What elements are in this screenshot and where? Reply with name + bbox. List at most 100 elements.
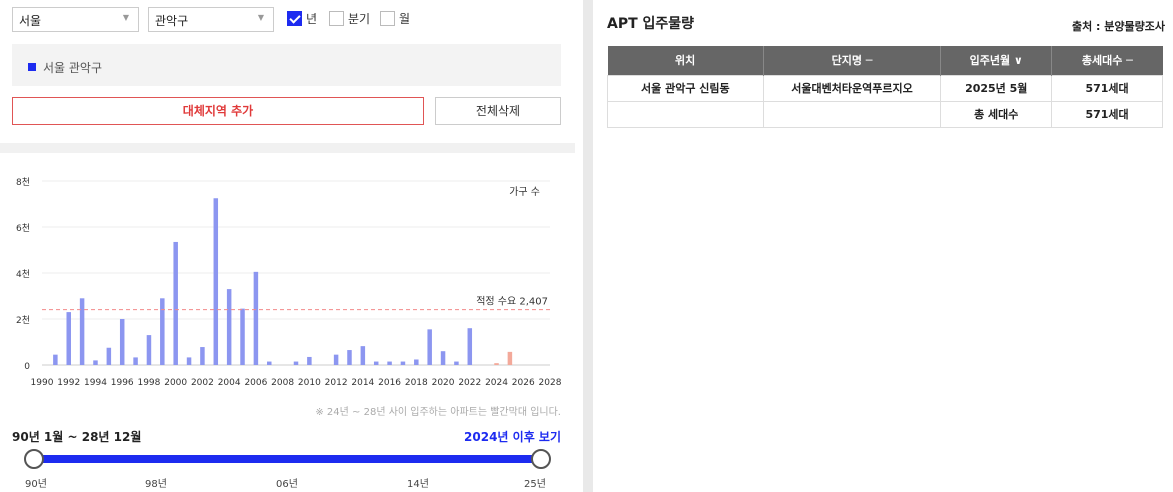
chart-bar	[53, 354, 58, 365]
source-label: 출처 : 분양물량조사	[1071, 20, 1165, 33]
slider-tick-label: 90년	[25, 479, 47, 490]
y-tick-label: 0	[24, 362, 30, 372]
chart-bar	[494, 363, 499, 365]
after-2024-link[interactable]: 2024년 이후 보기	[464, 428, 561, 445]
chart-bar	[186, 357, 192, 365]
chart-bar	[119, 319, 125, 365]
chart-bar	[440, 351, 446, 365]
chart-bar	[387, 361, 392, 365]
table-cell: 571세대	[1051, 74, 1163, 102]
x-tick-label: 2016	[378, 378, 401, 388]
table-total-row: 총 세대수 571세대	[607, 100, 1163, 128]
checkbox-unchecked-icon[interactable]	[380, 11, 395, 26]
chart-bar	[93, 360, 98, 365]
chart-bar	[160, 298, 165, 365]
table-cell	[607, 100, 764, 128]
x-tick-label: 2018	[405, 378, 428, 388]
x-tick-label: 2002	[191, 378, 214, 388]
x-tick-label: 1992	[57, 378, 80, 388]
slider-tick-label: 98년	[145, 479, 167, 490]
column-header-units[interactable]: 총세대수 ─	[1051, 46, 1163, 75]
chart-bar	[66, 312, 71, 365]
range-slider-end-handle[interactable]	[531, 449, 551, 469]
column-header-move-in[interactable]: 입주년월 ∨	[940, 46, 1053, 75]
table-cell: 서울 관악구 신림동	[607, 74, 764, 102]
apt-supply-panel: APT 입주물량 출처 : 분양물량조사 위치 단지명 ─ 입주년월 ∨ 총세대…	[593, 0, 1173, 492]
chevron-down-icon: ▼	[122, 13, 129, 22]
chart-bar	[146, 335, 152, 365]
y-tick-label: 2천	[16, 315, 30, 326]
chart-bar	[133, 357, 138, 365]
chart-bar	[507, 351, 513, 365]
x-tick-label: 2006	[244, 378, 267, 388]
x-tick-label: 2014	[351, 378, 374, 388]
chart-note: ※ 24년 ~ 28년 사이 입주하는 아파트는 빨간막대 입니다.	[315, 407, 561, 418]
chart-bar	[293, 361, 299, 365]
chart-bar	[240, 308, 245, 365]
chart-bar	[226, 289, 232, 365]
city-select[interactable]: 서울 ▼	[12, 7, 139, 32]
column-header-complex[interactable]: 단지명 ─	[763, 46, 942, 75]
table-cell: 2025년 5월	[940, 74, 1053, 102]
chart-bar	[347, 350, 352, 365]
reference-line-label: 적정 수요 2,407	[476, 296, 548, 308]
period-quarter-label: 분기	[348, 12, 371, 26]
x-tick-label: 2020	[432, 378, 455, 388]
chart-bar	[173, 241, 178, 365]
add-region-button[interactable]: 대체지역 추가	[12, 97, 424, 125]
period-year-label: 년	[306, 12, 318, 26]
supply-filter-panel: 서울 ▼ 관악구 ▼ 년 분기 월 서울 관악구 대체지역 추가 전체삭제 0 2…	[0, 0, 575, 492]
chart-bar	[400, 361, 406, 365]
column-header-location: 위치	[607, 46, 764, 75]
series-marker-icon	[28, 63, 36, 71]
chart-bar	[373, 361, 379, 365]
selected-region-list: 서울 관악구	[12, 44, 561, 86]
chart-bar	[253, 271, 259, 365]
x-tick-label: 2024	[485, 378, 508, 388]
table-cell: 571세대	[1051, 100, 1163, 128]
x-tick-label: 2000	[164, 378, 187, 388]
section-divider	[0, 143, 575, 153]
x-tick-label: 1998	[137, 378, 160, 388]
chart-bar	[106, 347, 112, 365]
x-tick-label: 2022	[458, 378, 481, 388]
district-select-value: 관악구	[155, 14, 189, 28]
supply-bar-chart: 0 2천 4천 6천 8천 1990 1992 1994 1996 1998 2000 2002 200…	[16, 177, 562, 388]
chart-bar	[333, 354, 339, 365]
period-month-checkbox[interactable]: 월	[380, 10, 410, 27]
chart-bar	[427, 329, 432, 365]
slider-tick-label: 14년	[407, 479, 429, 490]
panel-divider	[583, 0, 593, 492]
x-tick-label: 2026	[512, 378, 535, 388]
checkbox-unchecked-icon[interactable]	[329, 11, 344, 26]
chart-bar	[200, 347, 205, 365]
y-tick-label: 6천	[16, 223, 30, 234]
y-tick-label: 8천	[16, 177, 30, 188]
range-slider-start-handle[interactable]	[24, 449, 44, 469]
chart-bar	[360, 346, 366, 365]
slider-tick-label: 25년	[524, 479, 546, 490]
x-tick-label: 1990	[31, 378, 54, 388]
y-tick-label: 4천	[16, 269, 30, 280]
delete-all-button[interactable]: 전체삭제	[435, 97, 561, 125]
chart-bar	[467, 328, 473, 365]
apt-section-title: APT 입주물량	[607, 16, 695, 32]
district-select[interactable]: 관악구 ▼	[148, 7, 274, 32]
x-tick-label: 1994	[84, 378, 107, 388]
period-month-label: 월	[399, 12, 411, 26]
chart-bar	[213, 198, 219, 365]
checkbox-checked-icon[interactable]	[287, 11, 302, 26]
period-quarter-checkbox[interactable]: 분기	[329, 10, 370, 27]
chart-bar	[267, 361, 272, 365]
chart-bar	[79, 298, 85, 365]
table-cell: 총 세대수	[940, 100, 1053, 128]
x-tick-label: 1996	[111, 378, 134, 388]
table-cell: 서울대벤처타운역푸르지오	[762, 74, 942, 102]
slider-tick-label: 06년	[276, 479, 298, 490]
range-slider-track[interactable]	[34, 455, 541, 463]
x-tick-label: 2004	[218, 378, 241, 388]
table-row: 서울 관악구 신림동 서울대벤처타운역푸르지오 2025년 5월 571세대	[607, 74, 1163, 102]
period-year-checkbox[interactable]: 년	[287, 10, 317, 27]
x-tick-label: 2008	[271, 378, 294, 388]
table-cell	[762, 100, 942, 128]
